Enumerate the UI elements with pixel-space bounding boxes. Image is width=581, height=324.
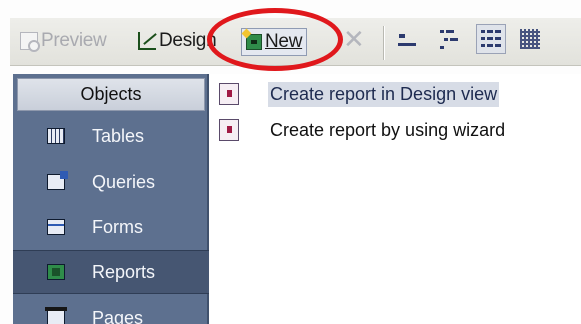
preview-button[interactable]: Preview (20, 26, 107, 56)
objects-bar: Objects Tables Queries Forms Reports Pag… (13, 74, 209, 324)
list-item-label: Create report by using wizard (270, 119, 506, 140)
report-icon (47, 264, 65, 280)
red-highlight-ellipse (207, 8, 343, 71)
objects-item-pages[interactable]: Pages (13, 296, 209, 324)
page-icon (45, 307, 67, 324)
objects-item-tables[interactable]: Tables (13, 114, 209, 158)
large-icons-view-icon (399, 34, 405, 38)
delete-x-icon[interactable]: ✕ (343, 24, 365, 54)
preview-label: Preview (41, 30, 107, 51)
objects-item-queries[interactable]: Queries (13, 160, 209, 204)
objects-item-label: Forms (92, 216, 143, 237)
form-icon (47, 219, 65, 235)
objects-header-label: Objects (80, 84, 142, 104)
small-icons-view-icon (440, 30, 444, 33)
objects-item-forms[interactable]: Forms (13, 205, 209, 249)
list-view-icon (481, 30, 485, 33)
database-window: Preview Design New ✕ Objects Tables Quer… (0, 0, 581, 324)
objects-item-label: Tables (92, 125, 145, 146)
objects-item-label: Pages (92, 307, 144, 324)
design-icon (138, 32, 156, 50)
table-icon (47, 128, 65, 144)
query-icon (47, 171, 68, 190)
objects-header[interactable]: Objects (17, 78, 205, 111)
small-icons-view-button[interactable] (436, 24, 466, 54)
large-icons-view-button[interactable] (393, 24, 423, 54)
report-shortcut-icon (219, 83, 239, 105)
design-button[interactable]: Design (138, 26, 217, 56)
list-item-label: Create report in Design view (268, 81, 500, 107)
details-view-icon (520, 29, 540, 49)
toolbar-separator (383, 26, 385, 60)
objects-item-label: Queries (92, 171, 156, 192)
report-list-pane: Create report in Design view Create repo… (210, 74, 581, 324)
details-view-button[interactable] (515, 24, 545, 54)
list-view-button[interactable] (476, 24, 506, 54)
objects-item-reports[interactable]: Reports (13, 250, 209, 294)
preview-icon (20, 32, 40, 52)
report-shortcut-icon (219, 119, 239, 141)
objects-item-label: Reports (92, 261, 156, 282)
